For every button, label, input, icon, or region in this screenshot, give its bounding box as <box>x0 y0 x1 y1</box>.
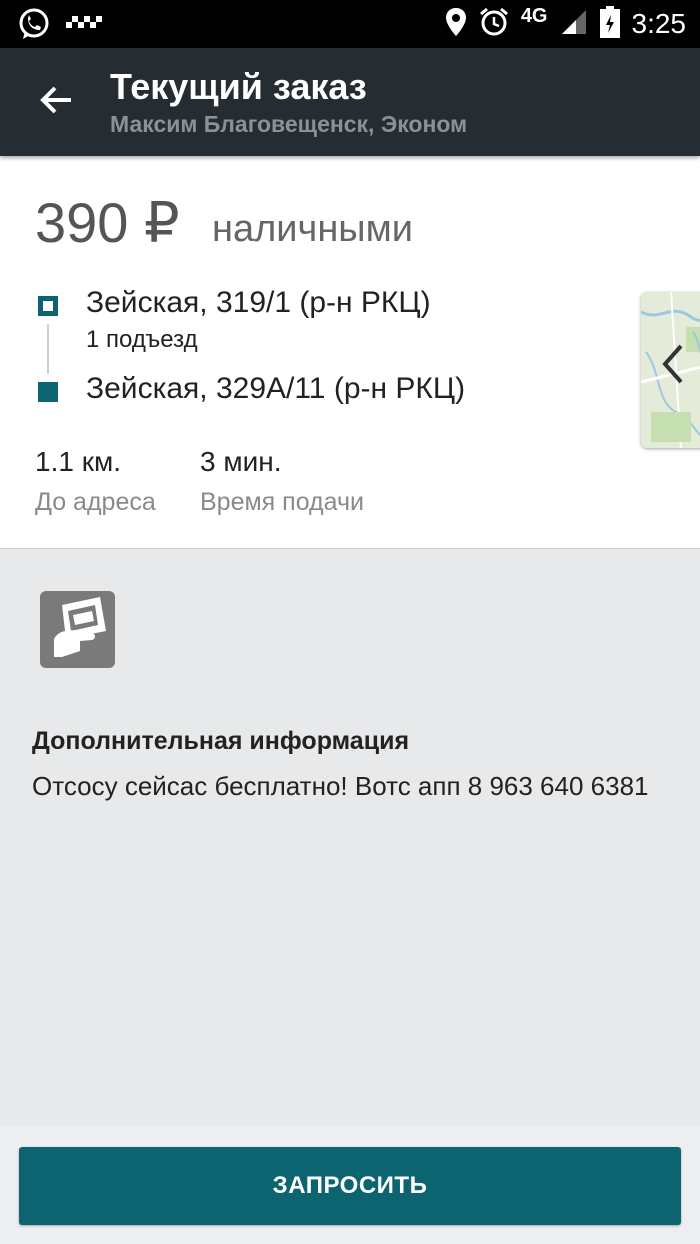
arrival-time-value: 3 мин. <box>200 446 282 477</box>
to-address: Зейская, 329А/11 (р-н РКЦ) <box>86 372 466 405</box>
app-bar: Текущий заказ Максим Благовещенск, Эконо… <box>0 48 700 156</box>
payment-method: наличными <box>212 208 413 250</box>
taxi-icon <box>66 12 102 41</box>
location-icon <box>445 7 467 42</box>
arrival-time-label: Время подачи <box>200 488 364 516</box>
status-bar-right: 4G 3:25 <box>445 4 686 44</box>
additional-info-title: Дополнительная информация <box>32 727 410 755</box>
distance-label: До адреса <box>35 488 156 516</box>
alarm-icon <box>479 7 509 42</box>
from-address: Зейская, 319/1 (р-н РКЦ) <box>86 286 431 319</box>
signal-icon <box>560 8 588 41</box>
map-preview[interactable] <box>641 292 700 448</box>
arrow-back-icon <box>39 85 73 120</box>
status-bar-left <box>16 6 102 47</box>
page-subtitle: Максим Благовещенск, Эконом <box>110 111 468 137</box>
network-type: 4G <box>520 4 548 27</box>
cash-payment-icon <box>40 591 115 668</box>
clock: 3:25 <box>631 8 687 39</box>
distance-value: 1.1 км. <box>35 446 121 477</box>
route-start-icon <box>38 296 58 316</box>
request-button[interactable]: ЗАПРОСИТЬ <box>19 1147 681 1225</box>
battery-icon <box>599 5 620 43</box>
additional-info-text: Отсосу сейсас бесплатно! Вотс апп 8 963 … <box>32 771 649 801</box>
chevron-left-icon <box>659 342 685 391</box>
order-card: 390 ₽ наличными Зейская, 319/1 (р-н РКЦ)… <box>0 156 700 549</box>
route-end-icon <box>38 382 58 402</box>
back-button[interactable] <box>26 72 86 132</box>
page-title: Текущий заказ <box>110 66 367 107</box>
route-line <box>47 324 49 374</box>
status-bar: 4G 3:25 <box>0 0 700 48</box>
order-price: 390 ₽ <box>35 191 180 254</box>
whatsapp-icon <box>16 6 52 47</box>
from-entrance: 1 подъезд <box>86 326 198 353</box>
